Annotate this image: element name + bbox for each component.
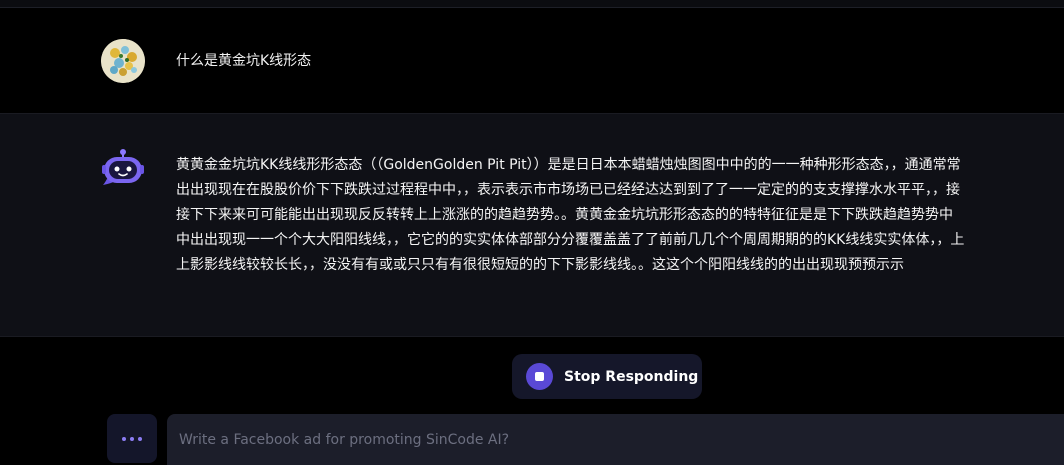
ai-message-row: 黄黄金金坑坑KK线线形形态态（（GoldenGolden Pit Pit））是是… — [0, 113, 1064, 337]
top-divider — [0, 0, 1064, 8]
user-message-row: 什么是黄金坑K线形态 — [0, 9, 1064, 113]
dot-icon — [138, 436, 142, 441]
stop-responding-button[interactable]: Stop Responding — [512, 354, 702, 399]
stop-icon — [526, 363, 553, 390]
user-avatar — [101, 39, 145, 83]
ai-message-text: 黄黄金金坑坑KK线线形形态态（（GoldenGolden Pit Pit））是是… — [176, 157, 965, 273]
stop-responding-label: Stop Responding — [564, 368, 699, 385]
dot-icon — [122, 436, 126, 441]
chat-input[interactable] — [167, 414, 1064, 465]
robot-icon — [101, 147, 145, 187]
dot-icon — [130, 436, 134, 441]
user-message-text: 什么是黄金坑K线形态 — [176, 53, 312, 69]
more-options-button[interactable] — [107, 414, 157, 463]
